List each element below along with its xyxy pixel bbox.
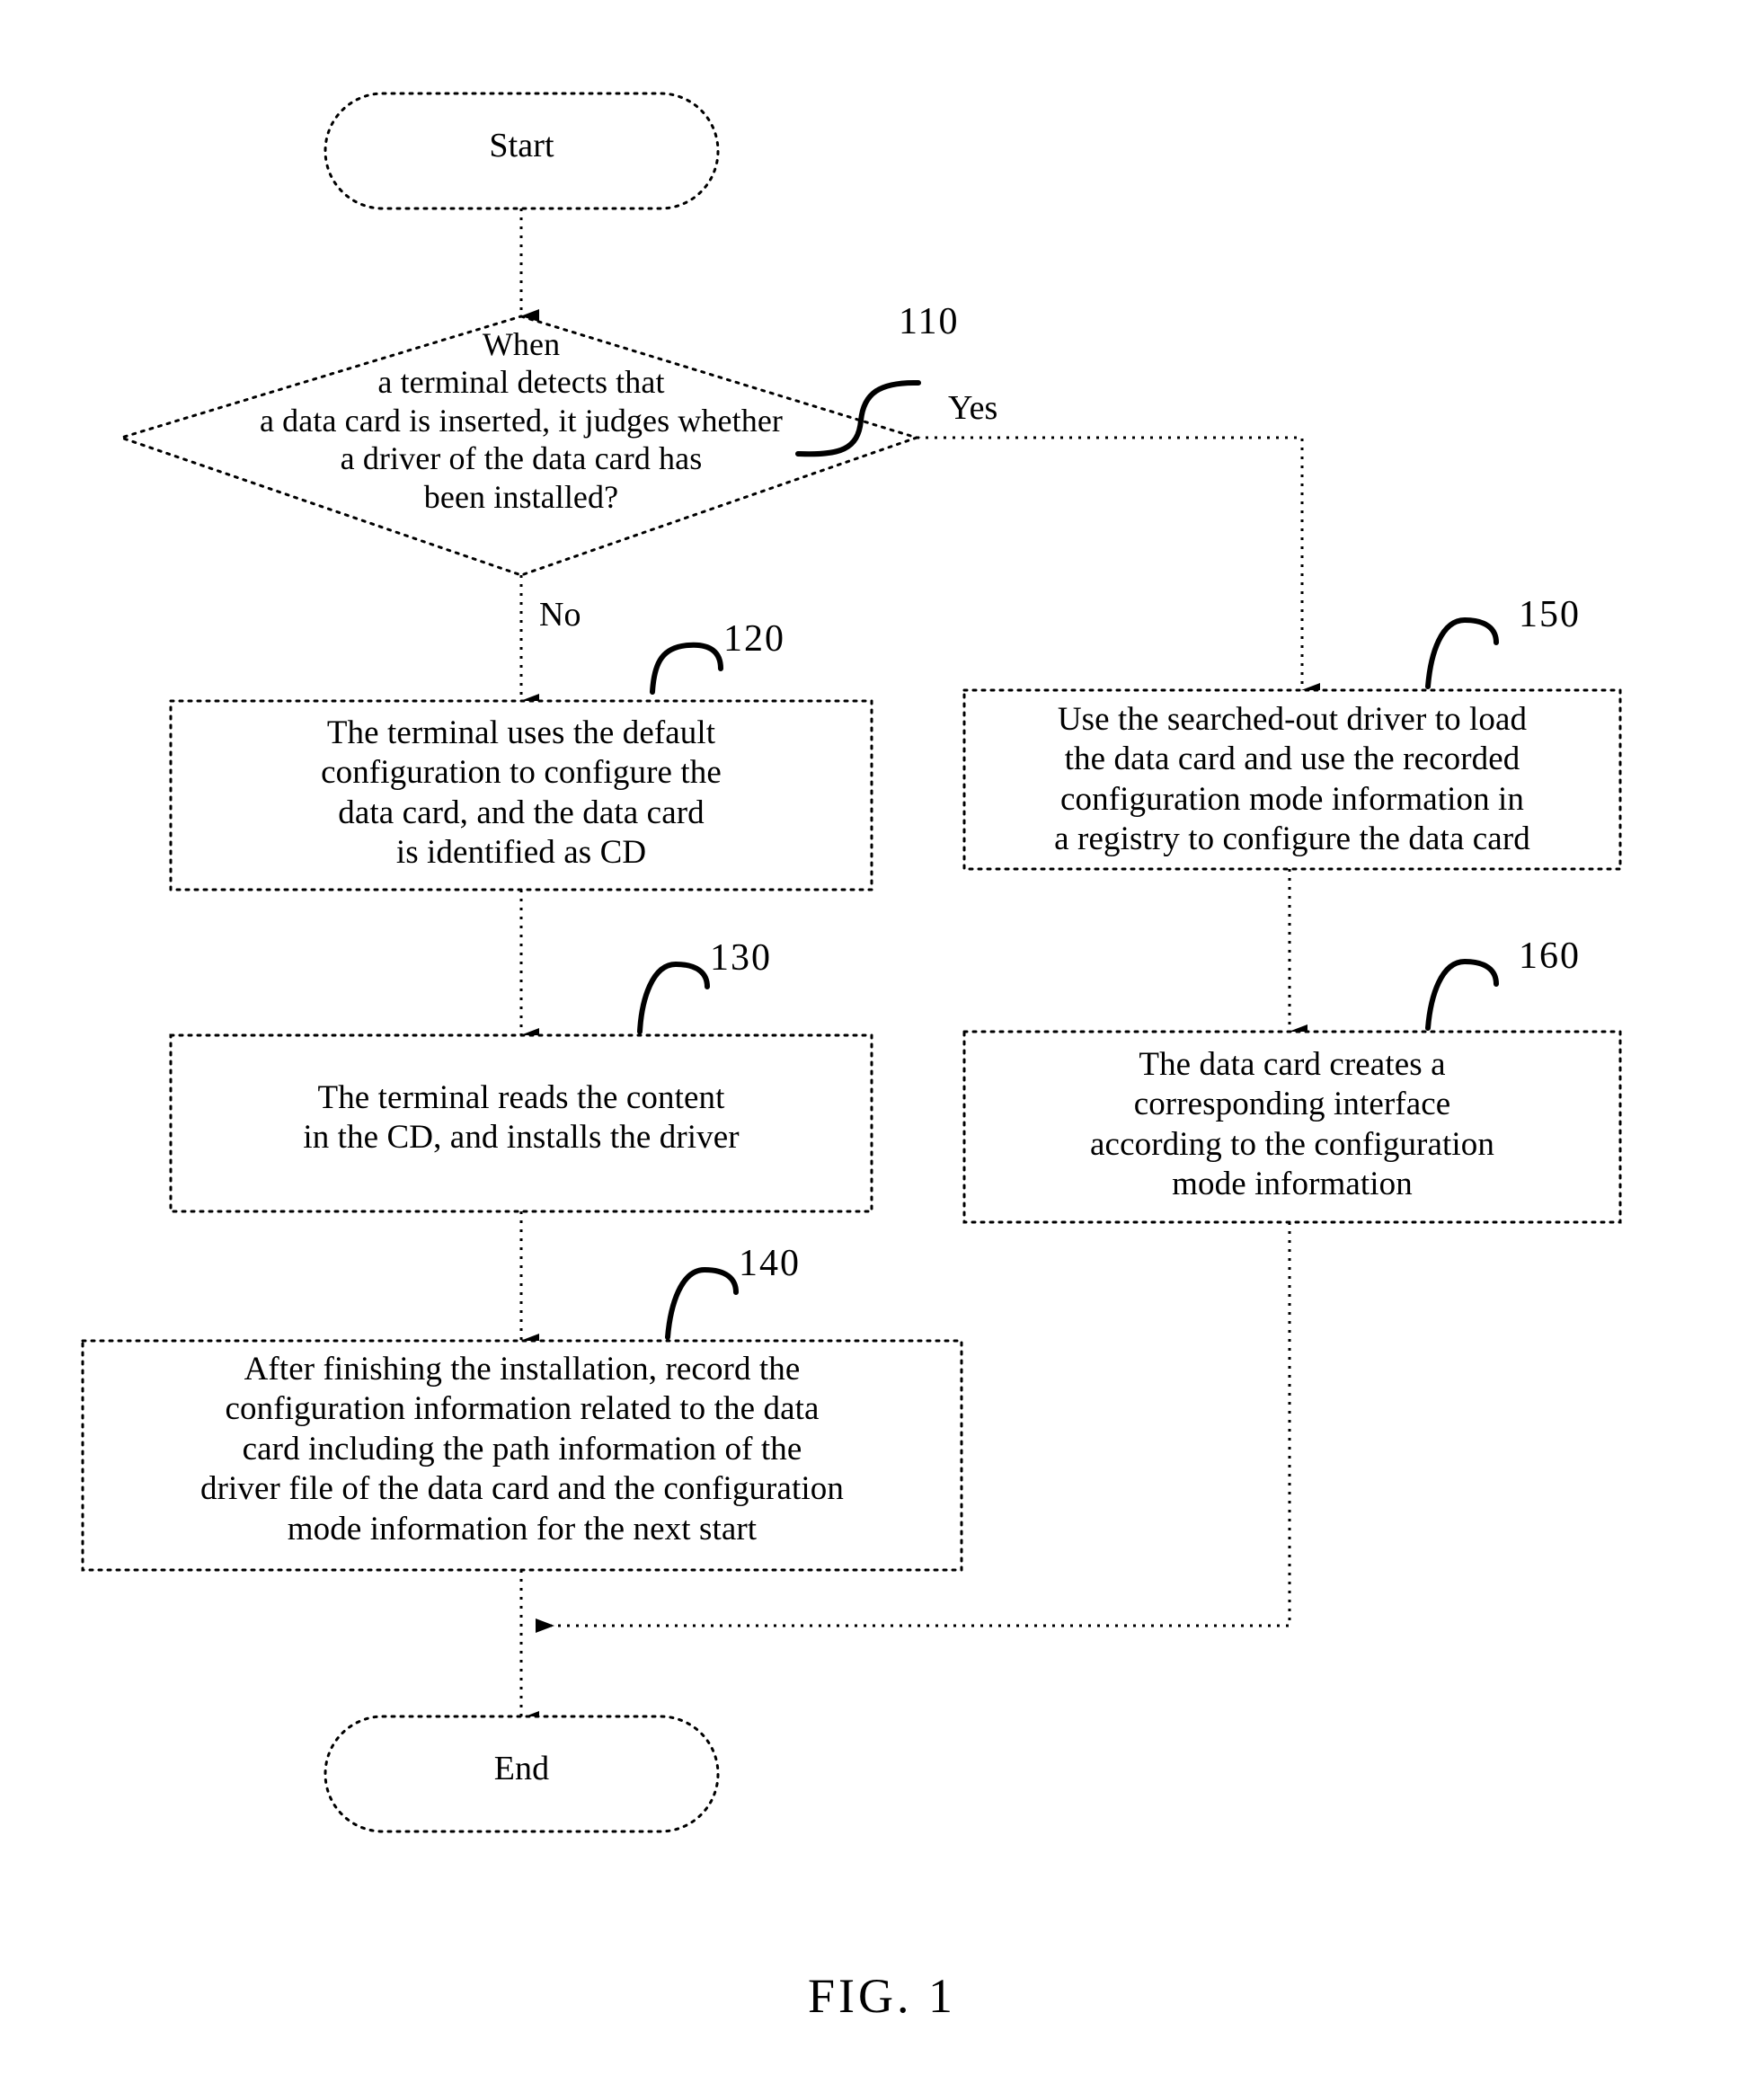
decision-110-label: When a terminal detects that a data card… [260, 326, 783, 515]
leader-140 [665, 1266, 739, 1340]
figure-caption: FIG. 1 [807, 1969, 956, 2023]
reference-number-140: 140 [739, 1243, 801, 1284]
leader-120 [650, 642, 723, 695]
process-140-label: After finishing the installation, record… [200, 1351, 844, 1547]
flowchart-canvas [81, 92, 1622, 1833]
figure-page: Start When a terminal detects that a dat… [0, 0, 1764, 2075]
reference-number-150: 150 [1519, 594, 1581, 635]
reference-number-130: 130 [710, 937, 772, 979]
branch-label-no: No [539, 596, 581, 634]
reference-number-110: 110 [899, 301, 960, 342]
leader-160 [1425, 958, 1499, 1031]
process-160-label: The data card creates a corresponding in… [1090, 1046, 1494, 1203]
process-120-label: The terminal uses the default configurat… [321, 714, 722, 872]
process-150-label: Use the searched-out driver to load the … [1054, 701, 1530, 858]
process-130-label: The terminal reads the content in the CD… [303, 1079, 740, 1157]
reference-number-160: 160 [1519, 936, 1581, 977]
start-terminator-label: Start [489, 127, 554, 164]
reference-number-120: 120 [723, 618, 785, 660]
leader-130 [637, 961, 710, 1034]
leader-150 [1425, 616, 1499, 689]
end-terminator-label: End [493, 1750, 550, 1787]
branch-label-yes: Yes [948, 389, 998, 427]
edge-yes-to-150 [917, 436, 1320, 697]
